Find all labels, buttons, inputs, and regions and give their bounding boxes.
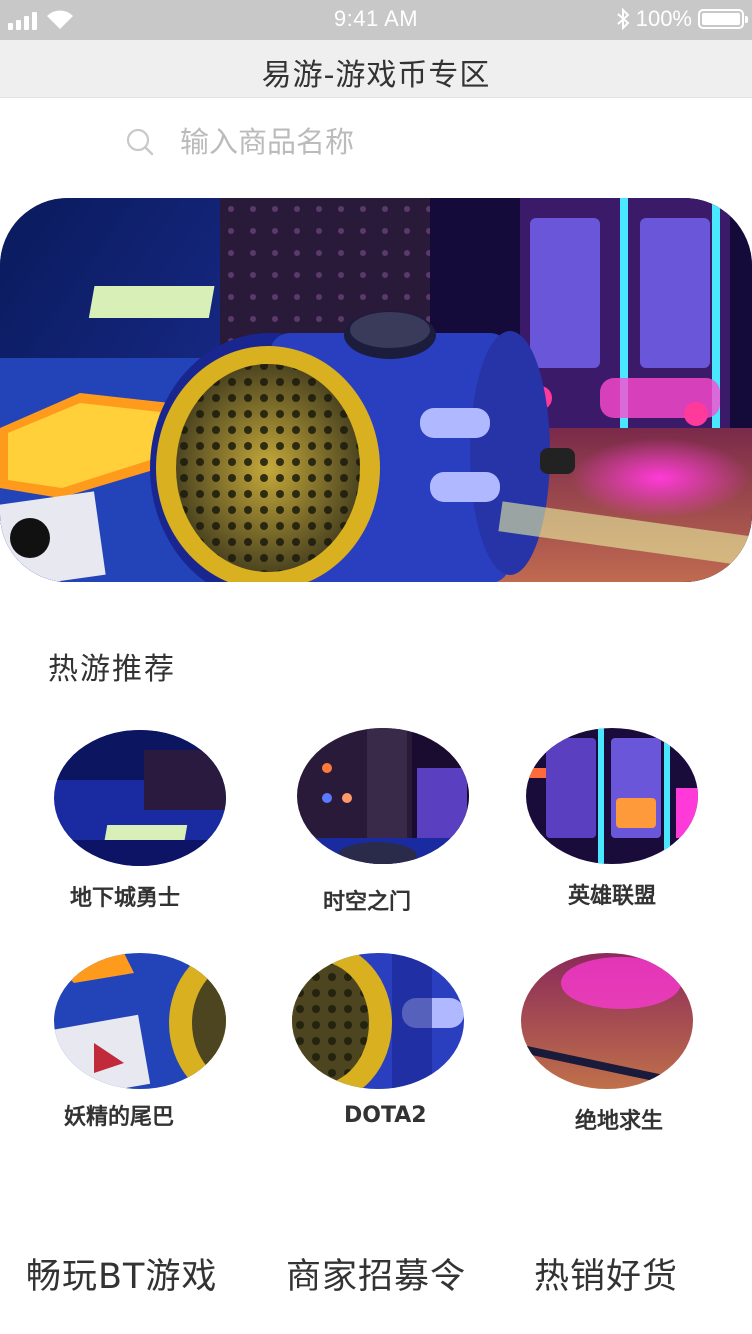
game-name: 时空之门 bbox=[323, 890, 412, 915]
page-title: 易游-游戏币专区 bbox=[261, 58, 491, 93]
game-thumbnail bbox=[521, 953, 693, 1089]
section-title-hot-games: 热游推荐 bbox=[48, 652, 176, 687]
nav-item-merchant-recruit[interactable]: 商家招募令 bbox=[286, 1248, 466, 1299]
game-name: 地下城勇士 bbox=[70, 886, 181, 911]
game-name: 绝地求生 bbox=[575, 1109, 664, 1134]
banner-image[interactable] bbox=[0, 198, 752, 582]
game-card-5[interactable]: DOTA2 bbox=[292, 953, 464, 1128]
status-right: 100% bbox=[616, 6, 748, 32]
game-card-4[interactable]: 妖精的尾巴 bbox=[54, 953, 226, 1130]
nav-item-hot-goods[interactable]: 热销好货 bbox=[534, 1248, 678, 1299]
battery-icon bbox=[698, 9, 748, 29]
game-thumbnail bbox=[292, 953, 464, 1089]
game-name: DOTA2 bbox=[344, 1103, 427, 1128]
bluetooth-icon bbox=[617, 7, 630, 31]
game-card-1[interactable]: 地下城勇士 bbox=[54, 730, 226, 911]
status-bar: 9:41 AM 100% bbox=[0, 0, 752, 40]
game-thumbnail bbox=[526, 728, 698, 864]
game-card-3[interactable]: 英雄联盟 bbox=[526, 728, 698, 909]
bottom-nav: 畅玩BT游戏 商家招募令 热销好货 bbox=[0, 1248, 752, 1298]
search-icon[interactable] bbox=[126, 128, 154, 156]
nav-item-bt-games[interactable]: 畅玩BT游戏 bbox=[26, 1248, 217, 1299]
search-input[interactable] bbox=[180, 125, 660, 159]
game-thumbnail bbox=[297, 728, 469, 864]
battery-percent: 100% bbox=[635, 6, 692, 31]
game-thumbnail bbox=[54, 953, 226, 1089]
game-thumbnail bbox=[54, 730, 226, 866]
arcade-photo bbox=[0, 198, 752, 582]
game-card-6[interactable]: 绝地求生 bbox=[521, 953, 693, 1134]
nav-bar: 易游-游戏币专区 bbox=[0, 40, 752, 98]
game-name: 妖精的尾巴 bbox=[64, 1105, 175, 1130]
search-bar[interactable] bbox=[120, 118, 680, 166]
game-card-2[interactable]: 时空之门 bbox=[297, 728, 469, 915]
game-name: 英雄联盟 bbox=[568, 884, 657, 909]
